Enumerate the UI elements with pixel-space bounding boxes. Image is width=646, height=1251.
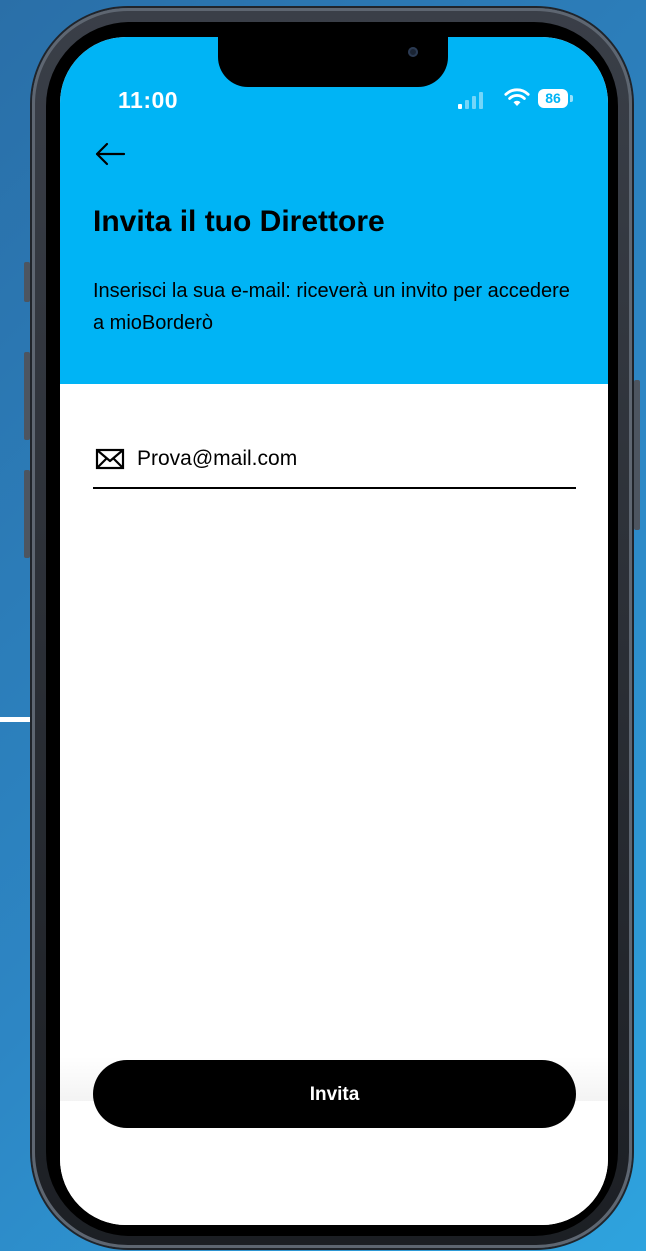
mail-icon [95, 448, 125, 470]
volume-up-button [24, 352, 30, 440]
battery-cap [570, 95, 573, 102]
front-camera [408, 47, 418, 57]
arrow-left-icon [95, 142, 126, 166]
power-button [634, 380, 640, 530]
device-backdrop: 11:00 86 Invita il tuo Direttore Inseris… [0, 0, 646, 1251]
back-button[interactable] [92, 139, 128, 169]
status-icons: 86 [458, 87, 588, 113]
battery-indicator: 86 [538, 89, 568, 108]
phone-screen: 11:00 86 Invita il tuo Direttore Inseris… [60, 37, 608, 1225]
background-accent-line [0, 717, 34, 722]
status-time: 11:00 [118, 87, 179, 113]
invite-button[interactable]: Invita [93, 1060, 576, 1128]
volume-down-button [24, 470, 30, 558]
notch [218, 37, 448, 87]
email-field[interactable] [93, 439, 576, 489]
page-subtitle: Inserisci la sua e-mail: riceverà un inv… [93, 280, 570, 334]
header-panel: 11:00 86 Invita il tuo Direttore Inseris… [60, 37, 608, 384]
cellular-signal-icon [458, 87, 488, 113]
page-title: Invita il tuo Direttore [93, 205, 385, 238]
silent-switch [24, 262, 30, 302]
email-input[interactable] [137, 443, 567, 475]
wifi-icon [504, 88, 530, 106]
